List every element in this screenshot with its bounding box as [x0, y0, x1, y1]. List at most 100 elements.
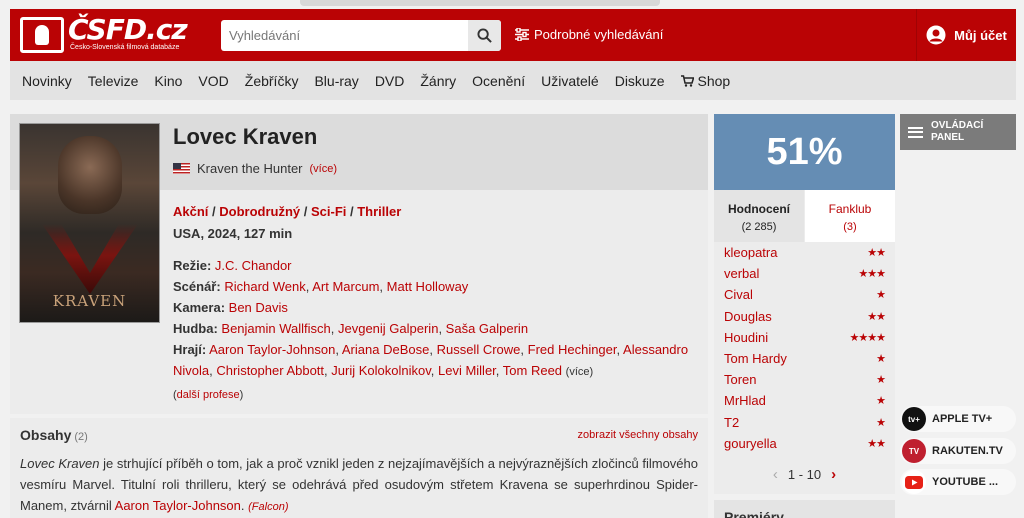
nav-item-diskuze[interactable]: Diskuze	[615, 73, 665, 89]
film-poster[interactable]: KRAVEN	[19, 123, 160, 323]
genre-link[interactable]: Sci-Fi	[311, 204, 346, 219]
crew-writers-row: Scénář: Richard Wenk, Art Marcum, Matt H…	[173, 279, 469, 294]
control-panel-button[interactable]: OVLÁDACÍ PANEL	[900, 114, 1016, 150]
rating-user-link[interactable]: Houdini	[724, 330, 768, 345]
rating-user-link[interactable]: Cival	[724, 287, 753, 302]
account-button[interactable]: Můj účet	[916, 9, 1016, 61]
creator-link[interactable]: Ben Davis	[229, 300, 288, 315]
rating-user-link[interactable]: Toren	[724, 372, 757, 387]
creator-link[interactable]: Matt Holloway	[387, 279, 469, 294]
actor-link[interactable]: Aaron Taylor-Johnson	[209, 342, 335, 357]
other-professions-link[interactable]: další profese	[177, 389, 240, 401]
creator-link[interactable]: Saša Galperin	[446, 321, 528, 336]
scroll-hint	[300, 0, 660, 6]
nav-item-shop-label: Shop	[697, 72, 731, 89]
crew-label: Režie:	[173, 258, 212, 273]
rating-user-link[interactable]: T2	[724, 415, 739, 430]
actor-link[interactable]: Aaron Taylor-Johnson	[115, 498, 241, 513]
rating-user-link[interactable]: kleopatra	[724, 245, 777, 260]
plot-heading: Obsahy (2)	[20, 427, 88, 443]
nav-item-televize[interactable]: Televize	[88, 73, 139, 89]
vod-rakuten-tv[interactable]: TV RAKUTEN.TV	[900, 438, 1016, 464]
premieres-heading: Premiéry	[724, 509, 784, 518]
user-ratings-list: kleopatra ★★ verbal ★★★ Cival ★ Douglas ★★ H…	[714, 242, 895, 494]
search-box	[221, 20, 501, 51]
nav-item-zebricky[interactable]: Žebříčky	[245, 73, 299, 89]
pager-range: 1 - 10	[787, 467, 822, 482]
plot-text: Lovec Kraven je strhující příběh o tom, …	[20, 453, 698, 518]
site-logo[interactable]: ČSFD.cz Česko-Slovenská filmová databáze	[20, 13, 190, 54]
advanced-search-label: Podrobné vyhledávání	[534, 27, 664, 42]
site-header: ČSFD.cz Česko-Slovenská filmová databáze…	[10, 9, 1016, 61]
rating-user-link[interactable]: Tom Hardy	[724, 351, 787, 366]
plot-author-link[interactable]: (Falcon)	[248, 501, 288, 513]
rating-score: 51%	[714, 114, 895, 190]
nav-item-novinky[interactable]: Novinky	[22, 73, 72, 89]
creator-link[interactable]: Jevgenij Galperin	[338, 321, 438, 336]
chevron-left-icon[interactable]: ‹	[773, 466, 778, 483]
rakuten-tv-icon: TV	[902, 439, 926, 463]
vod-youtube[interactable]: YOUTUBE ...	[900, 469, 1016, 495]
actor-link[interactable]: Ariana DeBose	[342, 342, 429, 357]
creator-link[interactable]: Richard Wenk	[224, 279, 305, 294]
genre-link[interactable]: Akční	[173, 204, 208, 219]
rating-user-link[interactable]: Douglas	[724, 309, 772, 324]
poster-title: KRAVEN	[52, 292, 127, 310]
creator-link[interactable]: Benjamin Wallfisch	[221, 321, 330, 336]
rating-stars: ★★★	[858, 268, 886, 281]
actor-link[interactable]: Christopher Abbott	[216, 363, 324, 378]
original-titles-more-link[interactable]: (více)	[310, 163, 338, 175]
plot-film-title: Lovec Kraven	[20, 456, 100, 471]
rating-row: Cival ★	[714, 284, 895, 305]
search-input[interactable]	[221, 20, 469, 51]
chevron-right-icon[interactable]: ›	[831, 466, 836, 483]
creator-link[interactable]: Art Marcum	[312, 279, 379, 294]
rating-stars: ★	[876, 289, 886, 302]
nav-item-oceneni[interactable]: Ocenění	[472, 73, 525, 89]
rating-row: MrHlad ★	[714, 390, 895, 411]
show-all-plots-link[interactable]: zobrazit všechny obsahy	[578, 429, 698, 441]
rating-user-link[interactable]: verbal	[724, 266, 759, 281]
control-panel-label-2: PANEL	[931, 132, 965, 143]
rating-stars: ★	[876, 416, 886, 429]
search-button[interactable]	[468, 20, 501, 51]
nav-item-shop[interactable]: Shop	[680, 72, 731, 89]
genre-link[interactable]: Thriller	[357, 204, 401, 219]
nav-item-bluray[interactable]: Blu-ray	[314, 73, 358, 89]
crew-music-row: Hudba: Benjamin Wallfisch, Jevgenij Galp…	[173, 321, 529, 336]
crew-label: Hudba:	[173, 321, 218, 336]
nav-item-kino[interactable]: Kino	[154, 73, 182, 89]
tab-fanclub[interactable]: Fanklub (3)	[805, 190, 895, 242]
actor-link[interactable]: Jurij Kolokolnikov	[331, 363, 430, 378]
youtube-icon	[902, 470, 926, 494]
cast-more-link[interactable]: (více)	[566, 366, 594, 378]
nav-item-vod[interactable]: VOD	[198, 73, 228, 89]
logo-subtitle: Česko-Slovenská filmová databáze	[70, 44, 180, 51]
nav-item-dvd[interactable]: DVD	[375, 73, 405, 89]
sliders-icon	[515, 28, 529, 41]
creator-link[interactable]: J.C. Chandor	[215, 258, 292, 273]
actor-link[interactable]: Russell Crowe	[437, 342, 521, 357]
genre-link[interactable]: Dobrodružný	[219, 204, 300, 219]
rating-user-link[interactable]: gouryella	[724, 436, 777, 451]
advanced-search-link[interactable]: Podrobné vyhledávání	[515, 27, 663, 42]
original-title: Kraven the Hunter	[197, 161, 303, 176]
tab-ratings[interactable]: Hodnocení (2 285)	[714, 190, 804, 242]
rating-row: Tom Hardy ★	[714, 348, 895, 369]
plot-end: .	[240, 498, 245, 513]
actor-link[interactable]: Fred Hechinger	[528, 342, 617, 357]
tab-fanclub-label: Fanklub	[828, 202, 872, 216]
actor-link[interactable]: Levi Miller	[438, 363, 496, 378]
us-flag-icon	[173, 163, 190, 174]
vod-label: YOUTUBE ...	[932, 476, 999, 488]
nav-item-uzivatele[interactable]: Uživatelé	[541, 73, 599, 89]
nav-item-zanry[interactable]: Žánry	[420, 73, 456, 89]
vod-apple-tv[interactable]: tv+ APPLE TV+	[900, 406, 1016, 432]
rating-stars: ★★	[867, 247, 886, 260]
rating-row: Houdini ★★★★	[714, 327, 895, 348]
rating-stars: ★★	[867, 437, 886, 450]
rating-user-link[interactable]: MrHlad	[724, 393, 766, 408]
control-panel-label: OVLÁDACÍ PANEL	[931, 120, 983, 144]
actor-link[interactable]: Tom Reed	[503, 363, 562, 378]
crew-director-row: Režie: J.C. Chandor	[173, 255, 703, 276]
